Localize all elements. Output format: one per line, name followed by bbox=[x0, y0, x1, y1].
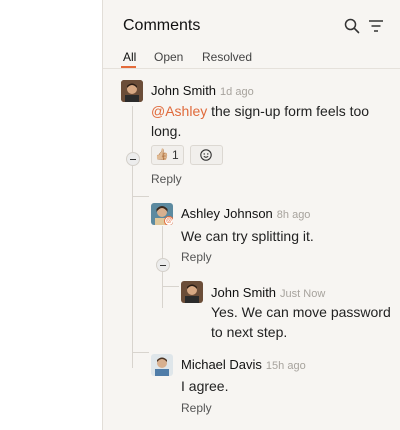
add-emoji-icon bbox=[200, 149, 212, 161]
avatar bbox=[121, 80, 143, 102]
collapse-thread-button[interactable] bbox=[126, 152, 140, 166]
avatar bbox=[181, 281, 203, 303]
reaction-count: 1 bbox=[172, 148, 179, 162]
reply-button[interactable]: Reply bbox=[151, 172, 182, 186]
comment-author: John Smith 1d ago bbox=[151, 83, 254, 98]
collapse-thread-button[interactable] bbox=[156, 258, 170, 272]
filter-icon[interactable] bbox=[367, 17, 385, 35]
comment-text: @Ashley the sign-up form feels too long. bbox=[151, 103, 370, 139]
tab-open[interactable]: Open bbox=[154, 50, 183, 64]
thread-branch bbox=[162, 286, 179, 287]
search-icon[interactable] bbox=[343, 17, 361, 35]
comment-time: 8h ago bbox=[276, 209, 311, 221]
comment-author: Michael Davis 15h ago bbox=[181, 357, 306, 372]
avatar: @ bbox=[151, 203, 173, 225]
thread-branch bbox=[132, 196, 149, 197]
tab-all[interactable]: All bbox=[123, 50, 136, 64]
reply-button[interactable]: Reply bbox=[181, 250, 212, 264]
comment-author: Ashley Johnson 8h ago bbox=[181, 206, 311, 221]
comment-time: 15h ago bbox=[265, 360, 306, 372]
thread-line bbox=[132, 106, 133, 368]
avatar bbox=[151, 354, 173, 376]
comment-time: 1d ago bbox=[220, 86, 254, 98]
active-tab-indicator bbox=[121, 66, 136, 68]
add-reaction-button[interactable] bbox=[190, 145, 223, 165]
thread-branch bbox=[132, 352, 149, 353]
mention[interactable]: @Ashley bbox=[151, 103, 207, 119]
reaction-chip[interactable]: 👍🏼 1 bbox=[151, 145, 184, 165]
comment-tabs: All Open Resolved bbox=[103, 44, 400, 69]
panel-title: Comments bbox=[123, 17, 201, 34]
comment-time: Just Now bbox=[280, 288, 326, 300]
reply-button[interactable]: Reply bbox=[181, 401, 212, 415]
mention-badge-icon: @ bbox=[164, 216, 173, 225]
comment-text: I agree. bbox=[181, 378, 229, 394]
thumbs-up-icon: 👍🏼 bbox=[155, 149, 169, 161]
comment-text: Yes. We can move password to next step. bbox=[211, 304, 391, 340]
comment-text: We can try splitting it. bbox=[181, 228, 314, 244]
comment-author: John Smith Just Now bbox=[211, 285, 326, 300]
comments-panel: Comments All Open Resolved John Smith 1d … bbox=[102, 0, 400, 430]
tab-resolved[interactable]: Resolved bbox=[202, 50, 252, 64]
